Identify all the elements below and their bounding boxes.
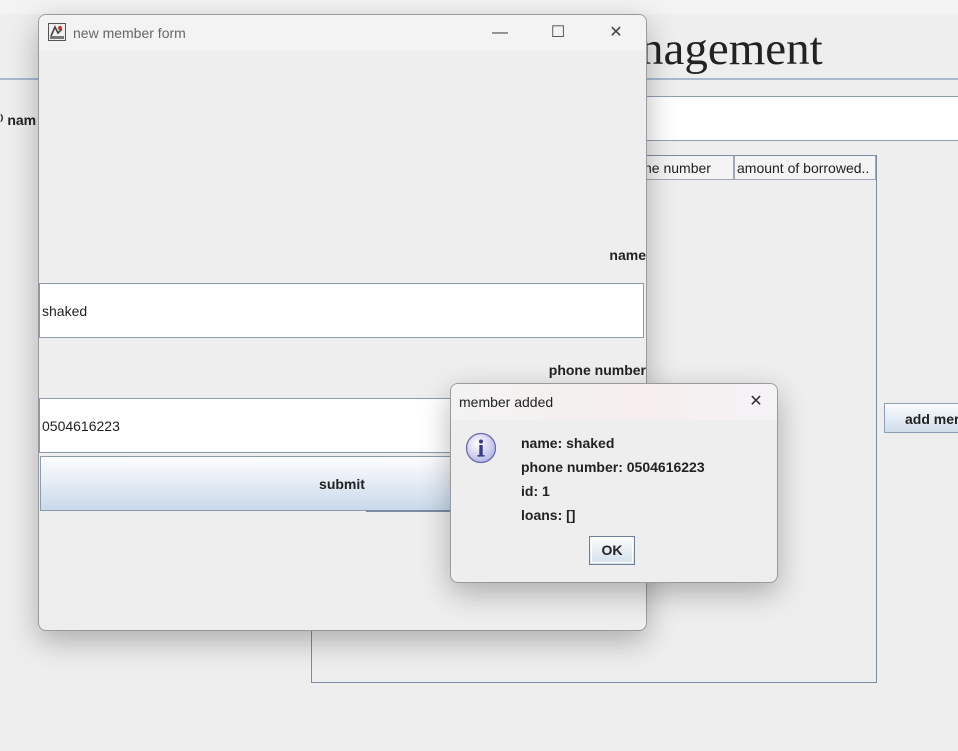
form-titlebar[interactable]: new member form — ☐ ✕: [39, 15, 646, 51]
close-icon: ✕: [749, 393, 763, 410]
name-input[interactable]: [39, 283, 644, 338]
dialog-titlebar[interactable]: member added ✕: [451, 384, 777, 420]
dialog-line-id: id: 1: [521, 483, 550, 499]
table-header-borrowed[interactable]: amount of borrowed..: [734, 156, 876, 180]
phone-number-label: phone number: [548, 362, 646, 378]
ok-button[interactable]: OK: [589, 536, 635, 565]
background-name-label: ⁾ nam: [0, 112, 37, 128]
add-member-button[interactable]: add mer: [884, 403, 958, 433]
members-table-header: ne number amount of borrowed..: [642, 156, 876, 180]
close-icon: ✕: [609, 24, 623, 41]
maximize-icon: ☐: [550, 24, 566, 41]
java-app-icon: [48, 23, 66, 41]
maximize-button[interactable]: ☐: [543, 21, 573, 45]
dialog-line-loans: loans: []: [521, 507, 576, 523]
dialog-close-button[interactable]: ✕: [741, 390, 771, 414]
background-app-title: nagement: [640, 23, 823, 75]
form-window-title: new member form: [73, 25, 186, 41]
dialog-line-name: name: shaked: [521, 435, 615, 451]
info-icon: [465, 432, 497, 464]
member-added-dialog: member added ✕ name: shaked phone number…: [450, 383, 778, 583]
close-button[interactable]: ✕: [601, 21, 631, 45]
minimize-button[interactable]: —: [485, 21, 515, 45]
table-header-phone[interactable]: ne number: [642, 156, 734, 180]
dialog-title: member added: [459, 394, 554, 410]
dialog-line-phone: phone number: 0504616223: [521, 459, 705, 475]
dialog-message: name: shaked phone number: 0504616223 id…: [521, 434, 705, 530]
name-label: name: [609, 247, 646, 263]
minimize-icon: —: [492, 24, 508, 41]
background-titlebar: [0, 0, 958, 14]
background-search-input[interactable]: [640, 96, 958, 141]
